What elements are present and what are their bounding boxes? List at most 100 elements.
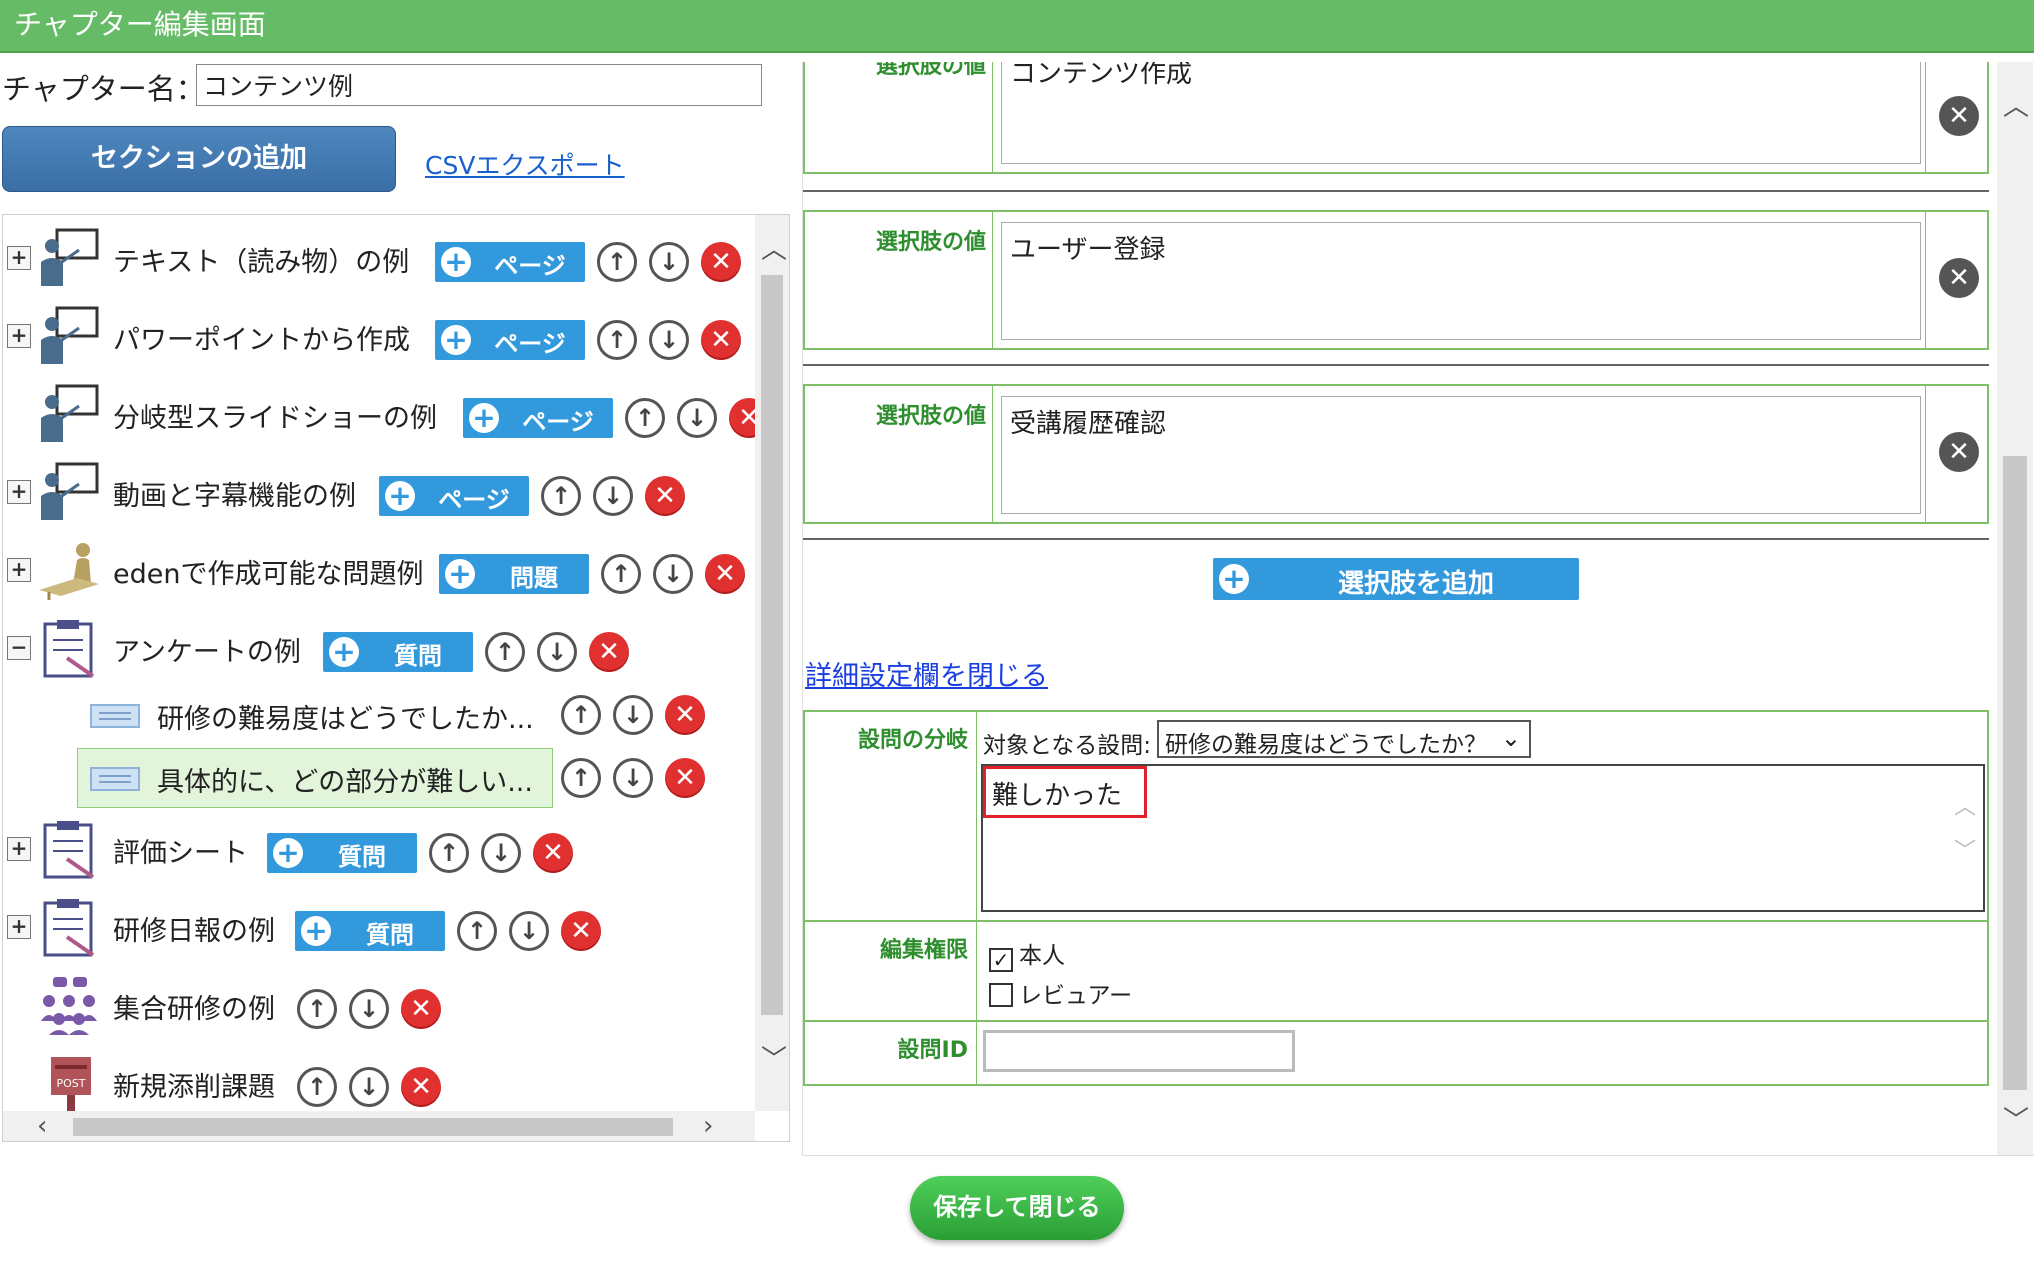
add-question-button[interactable]: + 問題 xyxy=(439,554,589,594)
tree-vertical-scrollbar[interactable]: ︿ ﹀ xyxy=(755,215,789,1111)
choice-value-input[interactable]: コンテンツ作成 xyxy=(1001,62,1921,164)
branch-answer-textarea[interactable]: 難しかった ︿ ﹀ xyxy=(981,764,1985,912)
scroll-up-arrow-icon[interactable]: ︿ xyxy=(2003,92,2029,122)
question-item-selected[interactable]: 具体的に、どの部分が難しい... ↑ ↓ ✕ xyxy=(77,748,757,808)
question-item[interactable]: 研修の難易度はどうでしたか... ↑ ↓ ✕ xyxy=(77,685,757,745)
tree-item[interactable]: + 評価シート + 質問 ↑ ↓ ✕ xyxy=(3,819,755,879)
move-down-button[interactable]: ↓ xyxy=(349,989,389,1029)
move-up-button[interactable]: ↑ xyxy=(429,833,469,873)
teacher-board-icon xyxy=(41,462,99,520)
add-page-button[interactable]: + ページ xyxy=(463,398,613,438)
tree-item[interactable]: POST 新規添削課題 ↑ ↓ ✕ xyxy=(3,1053,755,1113)
add-choice-button[interactable]: + 選択肢を追加 xyxy=(1213,558,1579,600)
move-up-button[interactable]: ↑ xyxy=(597,320,637,360)
add-page-button[interactable]: + ページ xyxy=(435,242,585,282)
move-up-button[interactable]: ↑ xyxy=(561,758,601,798)
delete-button[interactable]: ✕ xyxy=(701,320,741,360)
plus-icon: + xyxy=(385,481,415,511)
move-down-button[interactable]: ↓ xyxy=(509,911,549,951)
clipboard-icon xyxy=(43,899,95,957)
delete-button[interactable]: ✕ xyxy=(701,242,741,282)
tree-horizontal-scrollbar[interactable]: ‹ › xyxy=(3,1111,755,1141)
move-down-button[interactable]: ↓ xyxy=(481,833,521,873)
permission-self[interactable]: ✓ 本人 xyxy=(989,936,1065,972)
add-survey-question-button[interactable]: + 質問 xyxy=(323,632,473,672)
tree-item[interactable]: 集合研修の例 ↑ ↓ ✕ xyxy=(3,975,755,1035)
choice-value-input[interactable]: ユーザー登録 xyxy=(1001,222,1921,340)
tree-item[interactable]: + 動画と字幕機能の例 + ページ ↑ ↓ ✕ xyxy=(3,462,755,522)
tree-item[interactable]: − アンケートの例 + 質問 ↑ ↓ ✕ xyxy=(3,618,755,678)
delete-button[interactable]: ✕ xyxy=(401,1067,441,1107)
scroll-left-arrow-icon[interactable]: ‹ xyxy=(37,1111,47,1141)
detail-vertical-scrollbar[interactable]: ︿ ﹀ xyxy=(1997,62,2033,1155)
chapter-name-input[interactable] xyxy=(196,64,762,106)
close-details-link[interactable]: 詳細設定欄を閉じる xyxy=(805,654,1048,693)
remove-choice-button[interactable]: ✕ xyxy=(1939,432,1979,472)
expand-toggle[interactable]: + xyxy=(7,324,31,348)
add-page-button[interactable]: + ページ xyxy=(435,320,585,360)
add-section-button[interactable]: セクションの追加 xyxy=(2,126,396,192)
save-and-close-button[interactable]: 保存して閉じる xyxy=(910,1176,1124,1240)
move-up-button[interactable]: ↑ xyxy=(541,476,581,516)
tree-item-label: 分岐型スライドショーの例 xyxy=(113,403,437,434)
delete-button[interactable]: ✕ xyxy=(665,695,705,735)
target-question-select[interactable]: 研修の難易度はどうでしたか？ ⌄ xyxy=(1157,720,1531,758)
move-down-button[interactable]: ↓ xyxy=(349,1067,389,1107)
checkbox-checked-icon[interactable]: ✓ xyxy=(989,948,1013,972)
checkbox-unchecked-icon[interactable] xyxy=(989,983,1013,1007)
add-page-button[interactable]: + ページ xyxy=(379,476,529,516)
add-survey-question-button[interactable]: + 質問 xyxy=(267,833,417,873)
move-up-button[interactable]: ↑ xyxy=(297,1067,337,1107)
move-up-button[interactable]: ↑ xyxy=(297,989,337,1029)
tree-item[interactable]: 分岐型スライドショーの例 + ページ ↑ ↓ ✕ xyxy=(3,384,769,444)
question-id-label: 設問ID xyxy=(897,1038,968,1063)
delete-button[interactable]: ✕ xyxy=(589,632,629,672)
collapse-toggle[interactable]: − xyxy=(7,636,31,660)
move-up-button[interactable]: ↑ xyxy=(625,398,665,438)
move-up-button[interactable]: ↑ xyxy=(601,554,641,594)
question-id-input[interactable] xyxy=(983,1030,1295,1072)
expand-toggle[interactable]: + xyxy=(7,246,31,270)
scroll-thumb[interactable] xyxy=(2003,456,2027,1090)
expand-toggle[interactable]: + xyxy=(7,480,31,504)
tree-item[interactable]: + テキスト（読み物）の例 + ページ ↑ ↓ ✕ xyxy=(3,228,755,288)
tree-item[interactable]: + edenで作成可能な問題例 + 問題 ↑ ↓ ✕ xyxy=(3,540,755,600)
move-up-button[interactable]: ↑ xyxy=(457,911,497,951)
expand-toggle[interactable]: + xyxy=(7,915,31,939)
add-survey-question-button[interactable]: + 質問 xyxy=(295,911,445,951)
move-down-button[interactable]: ↓ xyxy=(649,320,689,360)
scroll-up-arrow-icon[interactable]: ︿ xyxy=(761,235,787,265)
permission-reviewer[interactable]: レビュアー xyxy=(989,976,1132,1010)
tree-item[interactable]: + 研修日報の例 + 質問 ↑ ↓ ✕ xyxy=(3,897,755,957)
scroll-down-arrow-icon[interactable]: ﹀ xyxy=(2003,1106,2029,1136)
remove-choice-button[interactable]: ✕ xyxy=(1939,258,1979,298)
move-down-button[interactable]: ↓ xyxy=(613,695,653,735)
tree-item[interactable]: + パワーポイントから作成 + ページ ↑ ↓ ✕ xyxy=(3,306,755,366)
expand-toggle[interactable]: + xyxy=(7,837,31,861)
delete-button[interactable]: ✕ xyxy=(401,989,441,1029)
move-down-button[interactable]: ↓ xyxy=(537,632,577,672)
move-up-button[interactable]: ↑ xyxy=(485,632,525,672)
move-up-button[interactable]: ↑ xyxy=(597,242,637,282)
move-down-button[interactable]: ↓ xyxy=(593,476,633,516)
move-up-button[interactable]: ↑ xyxy=(561,695,601,735)
delete-button[interactable]: ✕ xyxy=(533,833,573,873)
divider xyxy=(803,538,1989,540)
scroll-thumb[interactable] xyxy=(761,275,783,1015)
scroll-right-arrow-icon[interactable]: › xyxy=(703,1111,713,1141)
delete-button[interactable]: ✕ xyxy=(645,476,685,516)
scroll-down-arrow-icon[interactable]: ﹀ xyxy=(761,1045,787,1075)
remove-choice-button[interactable]: ✕ xyxy=(1939,96,1979,136)
delete-button[interactable]: ✕ xyxy=(665,758,705,798)
move-down-button[interactable]: ↓ xyxy=(649,242,689,282)
csv-export-link[interactable]: CSVエクスポート xyxy=(425,146,625,182)
expand-toggle[interactable]: + xyxy=(7,558,31,582)
choice-value-input[interactable]: 受講履歴確認 xyxy=(1001,396,1921,514)
delete-button[interactable]: ✕ xyxy=(705,554,745,594)
move-down-button[interactable]: ↓ xyxy=(613,758,653,798)
tree-item-label: 新規添削課題 xyxy=(113,1072,275,1103)
move-down-button[interactable]: ↓ xyxy=(653,554,693,594)
delete-button[interactable]: ✕ xyxy=(561,911,601,951)
scroll-thumb[interactable] xyxy=(73,1118,673,1136)
move-down-button[interactable]: ↓ xyxy=(677,398,717,438)
